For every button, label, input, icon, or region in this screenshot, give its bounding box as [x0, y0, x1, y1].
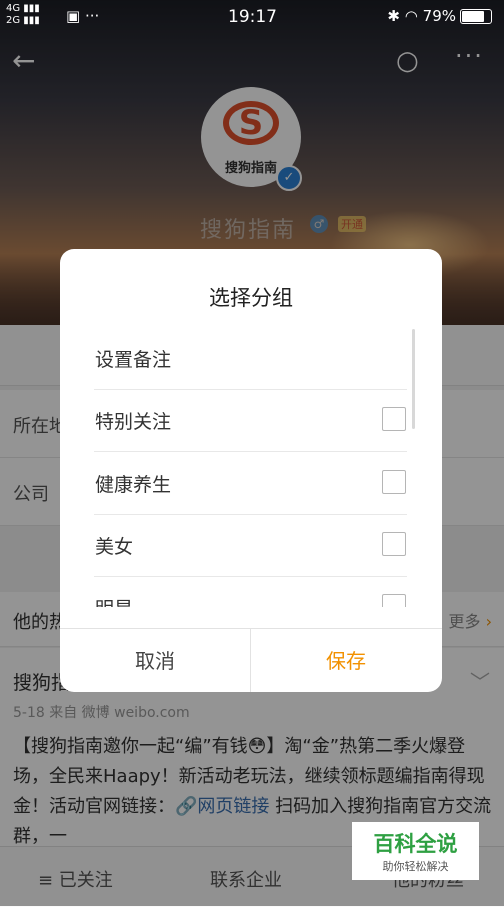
signal-indicator: 4G ▮▮▮ 2G ▮▮▮: [6, 3, 40, 26]
list-item-label: 特别关注: [95, 411, 172, 433]
list-item-beauty[interactable]: 美女: [94, 514, 407, 577]
wifi-icon: ◠: [404, 7, 418, 25]
dialog-title: 选择分组: [209, 286, 293, 310]
checkbox[interactable]: [382, 594, 406, 607]
list-item-label: 设置备注: [95, 349, 172, 371]
list-item-label: 明星: [95, 594, 133, 607]
list-item-special-follow[interactable]: 特别关注: [94, 389, 407, 452]
notification-icons: ▣ ···: [66, 7, 100, 25]
group-select-dialog: 选择分组 设置备注 特别关注 健康养生 美女 明星 取消 保存: [60, 249, 442, 692]
status-bar: 4G ▮▮▮ 2G ▮▮▮ ▣ ··· 19:17 ✱ ◠ 79%: [0, 0, 504, 34]
battery-percent: 79%: [422, 7, 456, 25]
watermark-title: 百科全说: [373, 832, 458, 856]
status-right: ✱ ◠ 79%: [387, 7, 492, 25]
list-item-star[interactable]: 明星: [94, 576, 407, 607]
battery-icon: [460, 9, 492, 24]
checkbox[interactable]: [382, 532, 406, 556]
save-button[interactable]: 保存: [251, 629, 441, 692]
dialog-footer: 取消 保存: [60, 628, 442, 692]
status-time: 19:17: [228, 7, 277, 27]
checkbox[interactable]: [382, 470, 406, 494]
cancel-button[interactable]: 取消: [60, 629, 251, 692]
watermark-logo: 百科全说 助你轻松解决: [352, 822, 479, 880]
list-item-label: 美女: [95, 536, 134, 558]
group-list[interactable]: 设置备注 特别关注 健康养生 美女 明星: [60, 327, 442, 607]
list-item-label: 健康养生: [95, 474, 172, 496]
list-item-health[interactable]: 健康养生: [94, 452, 407, 515]
list-item-set-remark[interactable]: 设置备注: [94, 327, 407, 390]
watermark-subtitle: 助你轻松解决: [382, 860, 449, 873]
list-scrollbar[interactable]: [412, 329, 415, 429]
bluetooth-icon: ✱: [387, 7, 400, 25]
checkbox[interactable]: [382, 407, 406, 431]
